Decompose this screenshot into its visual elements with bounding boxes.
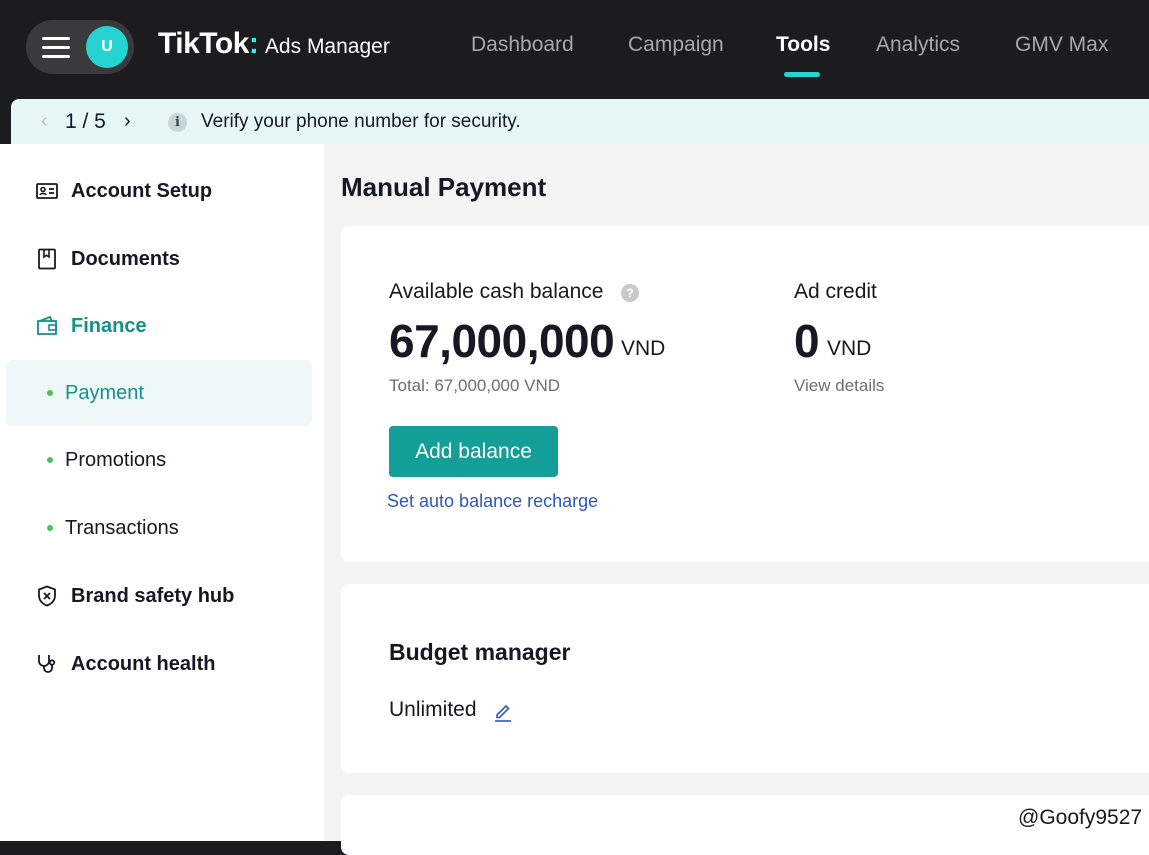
sidebar-subitem-label: Transactions <box>65 517 179 539</box>
nav-gmv-max[interactable]: GMV Max <box>1015 33 1108 57</box>
nav-dashboard[interactable]: Dashboard <box>471 33 574 57</box>
nav-analytics[interactable]: Analytics <box>876 33 960 57</box>
document-icon <box>38 248 56 270</box>
sidebar-item-label: Documents <box>71 247 180 270</box>
ad-credit-currency: VND <box>827 337 872 360</box>
sidebar-subitem-payment[interactable]: Payment <box>6 360 312 426</box>
info-icon: i <box>168 113 187 132</box>
sidebar: Account Setup Documents Finance Payment … <box>0 144 324 841</box>
ad-credit-label: Ad credit <box>794 280 877 303</box>
hamburger-menu-icon[interactable] <box>42 36 70 58</box>
nav-campaign[interactable]: Campaign <box>628 33 724 57</box>
id-card-icon <box>36 183 58 199</box>
wallet-icon <box>37 315 57 335</box>
chevron-right-icon[interactable]: › <box>124 110 131 133</box>
sidebar-item-label: Finance <box>71 314 147 337</box>
sidebar-subitem-promotions[interactable]: Promotions <box>6 427 312 493</box>
budget-manager-title: Budget manager <box>389 639 571 665</box>
top-navigation-bar: U TikTok: Ads Manager Dashboard Campaign … <box>0 0 1149 98</box>
chevron-left-icon[interactable]: ‹ <box>41 110 48 133</box>
shield-x-icon <box>38 585 56 607</box>
notice-message[interactable]: Verify your phone number for security. <box>201 111 521 133</box>
security-notice-bar: ‹ 1 / 5 › i Verify your phone number for… <box>11 99 1149 144</box>
notice-pager: 1 / 5 <box>65 110 106 133</box>
bullet-dot <box>47 525 53 531</box>
budget-value: Unlimited <box>389 698 477 721</box>
avatar[interactable]: U <box>86 26 128 68</box>
active-tab-indicator <box>784 72 820 77</box>
question-mark-icon[interactable]: ? <box>621 284 639 302</box>
stethoscope-icon <box>38 655 56 673</box>
cash-balance-label: Available cash balance <box>389 280 604 303</box>
sidebar-item-label: Brand safety hub <box>71 584 235 607</box>
watermark-text: @Goofy9527 <box>1018 806 1143 829</box>
view-details-link[interactable]: View details <box>794 376 884 396</box>
balance-card: Available cash balance ? 67,000,000 VND … <box>341 226 1149 562</box>
menu-avatar-pill[interactable]: U <box>26 20 134 74</box>
sidebar-subitem-label: Promotions <box>65 449 167 471</box>
nav-tools[interactable]: Tools <box>776 33 830 57</box>
add-balance-button[interactable]: Add balance <box>389 426 558 477</box>
cash-balance-total: Total: 67,000,000 VND <box>389 376 561 395</box>
sidebar-item-label: Account Setup <box>71 179 213 202</box>
bullet-dot <box>47 457 53 463</box>
sidebar-subitem-transactions[interactable]: Transactions <box>6 495 312 561</box>
pencil-edit-icon[interactable] <box>493 701 513 723</box>
budget-manager-card: Budget manager Unlimited <box>341 584 1149 773</box>
ad-credit-amount: 0 <box>794 315 820 367</box>
cash-balance-currency: VND <box>621 337 666 360</box>
sidebar-item-label: Account health <box>71 652 216 675</box>
tiktok-ads-manager-logo[interactable]: TikTok: Ads Manager <box>158 27 390 63</box>
bullet-dot <box>47 390 53 396</box>
main-content: Manual Payment Available cash balance ? … <box>324 144 1149 855</box>
sidebar-subitem-label: Payment <box>65 382 144 404</box>
cash-balance-amount: 67,000,000 <box>389 315 615 367</box>
auto-recharge-link[interactable]: Set auto balance recharge <box>387 491 598 512</box>
page-title: Manual Payment <box>341 172 547 202</box>
